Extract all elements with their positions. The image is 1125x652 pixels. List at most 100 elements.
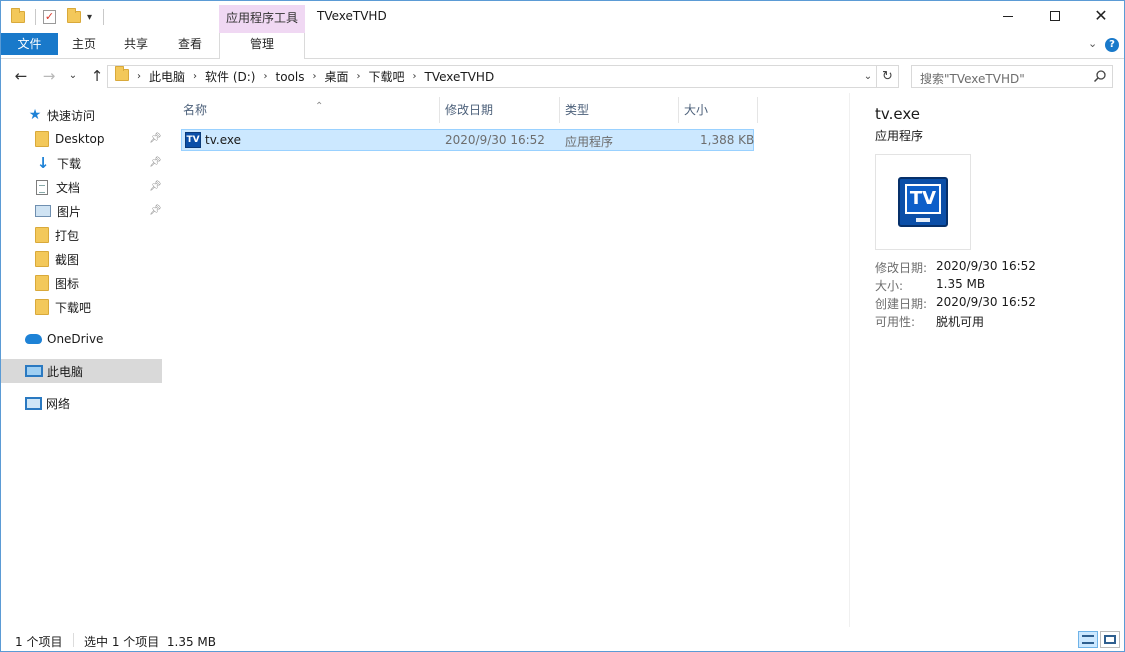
download-arrow-icon: ↓	[35, 156, 51, 170]
sidebar-item-desktop[interactable]: Desktop 📌︎	[1, 127, 162, 151]
sidebar-item-label: 文档	[56, 179, 80, 196]
sidebar-item-label: Desktop	[55, 132, 105, 146]
tv-app-icon: TV	[898, 177, 948, 227]
context-tab-group-label: 应用程序工具	[219, 5, 305, 33]
status-selection: 选中 1 个项目 1.35 MB	[84, 633, 216, 650]
prop-size-value: 1.35 MB	[936, 277, 985, 291]
table-row[interactable]: TV tv.exe 2020/9/30 16:52 应用程序 1,388 KB	[181, 129, 754, 151]
up-arrow-icon[interactable]: ↑	[87, 65, 107, 87]
sidebar-item-this-pc[interactable]: 此电脑	[1, 359, 162, 383]
breadcrumb-drive-d[interactable]: 软件 (D:)	[201, 66, 259, 87]
sidebar-item-tubiao[interactable]: 图标	[1, 271, 162, 295]
sidebar-item-label: 下载	[57, 155, 81, 172]
breadcrumb-tools[interactable]: tools	[271, 66, 308, 87]
maximize-icon	[1050, 11, 1060, 21]
navigation-pane: ★ 快速访问 Desktop 📌︎ ↓ 下载 📌︎ 文档 📌︎ 图片 📌︎ 打包	[1, 93, 165, 627]
tab-manage[interactable]: 管理	[219, 33, 305, 59]
search-box[interactable]: 搜索"TVexeTVHD"	[911, 65, 1113, 88]
sidebar-item-label: 图片	[57, 203, 81, 220]
folder-icon	[35, 275, 49, 291]
sidebar-item-jietu[interactable]: 截图	[1, 247, 162, 271]
separator	[103, 7, 104, 27]
pin-icon: 📌︎	[149, 133, 159, 145]
network-icon	[25, 397, 42, 410]
sidebar-item-downloads[interactable]: ↓ 下载 📌︎	[1, 151, 162, 175]
sidebar-item-label: OneDrive	[47, 332, 103, 346]
tv-app-icon: TV	[185, 132, 201, 148]
file-size: 1,388 KB	[700, 133, 754, 147]
column-header-size[interactable]: 大小	[679, 97, 758, 123]
tv-icon-label: TV	[905, 184, 941, 214]
tab-view[interactable]: 查看	[167, 33, 213, 55]
sidebar-item-label: 图标	[55, 275, 79, 292]
document-icon	[36, 180, 48, 195]
close-button[interactable]: ✕	[1078, 1, 1124, 31]
minimize-button[interactable]	[985, 1, 1031, 31]
expand-ribbon-chevron-icon[interactable]: ⌄	[1088, 37, 1097, 50]
properties-check-icon[interactable]: ✓	[43, 7, 56, 27]
search-placeholder: 搜索"TVexeTVHD"	[920, 70, 1025, 87]
separator	[35, 7, 36, 27]
refresh-icon[interactable]: ↻	[877, 65, 899, 88]
prop-availability-value: 脱机可用	[936, 313, 984, 330]
folder-icon	[35, 131, 49, 147]
sidebar-item-pictures[interactable]: 图片 📌︎	[1, 199, 162, 223]
breadcrumb-this-pc[interactable]: 此电脑	[145, 66, 189, 87]
address-history-dropdown-icon[interactable]: ⌄	[860, 66, 876, 87]
sidebar-item-dabao[interactable]: 打包	[1, 223, 162, 247]
file-modified: 2020/9/30 16:52	[445, 133, 545, 147]
details-view-button[interactable]	[1078, 631, 1098, 648]
pin-icon: 📌︎	[149, 157, 159, 169]
navigation-bar: ← → ⌄ ↑ › 此电脑 › 软件 (D:) › tools › 桌面 › 下…	[1, 59, 1124, 93]
status-item-count: 1 个项目	[15, 633, 62, 650]
back-arrow-icon[interactable]: ←	[11, 65, 31, 87]
folder-icon	[35, 251, 49, 267]
prop-availability-label: 可用性:	[875, 313, 915, 330]
sidebar-item-onedrive[interactable]: OneDrive	[1, 327, 162, 351]
sidebar-item-documents[interactable]: 文档 📌︎	[1, 175, 162, 199]
details-pane: tv.exe 应用程序 TV 修改日期: 2020/9/30 16:52 大小:…	[849, 93, 1124, 627]
sidebar-item-label: 此电脑	[47, 363, 83, 380]
forward-arrow-icon[interactable]: →	[39, 65, 59, 87]
breadcrumb-current-folder[interactable]: TVexeTVHD	[421, 66, 499, 87]
column-header-name[interactable]: ⌃ 名称	[178, 97, 440, 123]
details-file-type: 应用程序	[875, 127, 923, 144]
breadcrumb-separator-icon[interactable]: ›	[133, 71, 145, 82]
large-icons-view-button[interactable]	[1100, 631, 1120, 648]
breadcrumb-xiazaiba[interactable]: 下载吧	[364, 66, 408, 87]
column-header-type[interactable]: 类型	[560, 97, 679, 123]
column-header-label: 名称	[183, 103, 207, 117]
sidebar-item-quick-access[interactable]: ★ 快速访问	[1, 103, 162, 127]
title-bar: ✓ ▾ 应用程序工具 TVexeTVHD ✕	[1, 1, 1124, 33]
status-separator	[73, 633, 74, 647]
column-header-modified[interactable]: 修改日期	[440, 97, 560, 123]
customize-toolbar-dropdown-icon[interactable]: ▾	[87, 7, 92, 27]
breadcrumb-separator-icon[interactable]: ›	[352, 71, 364, 82]
address-bar[interactable]: › 此电脑 › 软件 (D:) › tools › 桌面 › 下载吧 › TVe…	[107, 65, 877, 88]
minimize-icon	[1003, 16, 1013, 17]
pin-icon: 📌︎	[149, 181, 159, 193]
breadcrumb-separator-icon[interactable]: ›	[259, 71, 271, 82]
help-button[interactable]: ?	[1105, 38, 1119, 52]
star-icon: ★	[28, 108, 42, 122]
details-view-icon	[1082, 635, 1094, 644]
maximize-button[interactable]	[1032, 1, 1078, 31]
breadcrumb-desktop[interactable]: 桌面	[320, 66, 352, 87]
folder-icon	[35, 299, 49, 315]
close-icon: ✕	[1094, 8, 1107, 24]
breadcrumb-separator-icon[interactable]: ›	[308, 71, 320, 82]
cloud-icon	[25, 334, 42, 344]
folder-icon	[11, 7, 25, 27]
sidebar-item-label: 截图	[55, 251, 79, 268]
recent-locations-chevron-icon[interactable]: ⌄	[63, 65, 83, 87]
breadcrumb-separator-icon[interactable]: ›	[409, 71, 421, 82]
tab-home[interactable]: 主页	[61, 33, 107, 55]
sidebar-item-label: 网络	[46, 395, 70, 412]
sidebar-item-network[interactable]: 网络	[1, 391, 162, 415]
breadcrumb-separator-icon[interactable]: ›	[189, 71, 201, 82]
new-folder-icon[interactable]	[67, 7, 81, 27]
tab-file[interactable]: 文件	[1, 33, 58, 55]
sidebar-item-xiazaiba[interactable]: 下载吧	[1, 295, 162, 319]
prop-size-label: 大小:	[875, 277, 903, 294]
tab-share[interactable]: 共享	[113, 33, 159, 55]
